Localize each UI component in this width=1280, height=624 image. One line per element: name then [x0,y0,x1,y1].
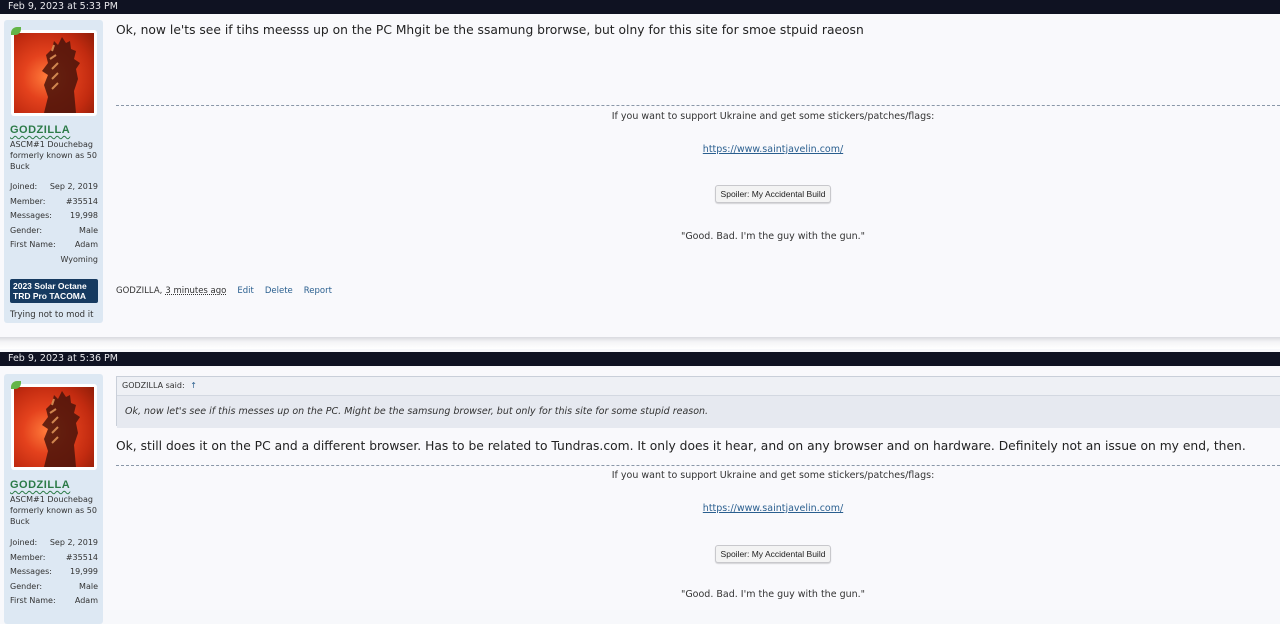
quote-text: Ok, now let's see if this messes up on t… [117,395,1280,428]
stat-value: #35514 [65,196,98,206]
post: GODZILLA ASCM#1 Douchebag formerly known… [0,368,1280,624]
stat-label: First Name: [10,240,56,250]
stat-value: Sep 2, 2019 [49,182,98,191]
delete-link[interactable]: Delete [265,286,293,296]
user-title: ASCM#1 Douchebag formerly known as 50 Bu… [10,495,97,526]
stat-value: Male [79,225,98,235]
avatar-image [14,33,94,113]
avatar-image [14,387,94,467]
user-sidebar: GODZILLA ASCM#1 Douchebag formerly known… [4,374,103,624]
stat-value: Adam [74,240,98,250]
stat-messages: Messages: 19,998 [10,209,98,224]
user-note: Trying not to mod it [10,310,94,320]
spoiler-row: Spoiler: My Accidental Build [116,542,1280,563]
stat-label: Gender: [10,225,43,235]
stat-label: Member: [10,196,46,206]
user-title: ASCM#1 Douchebag formerly known as 50 Bu… [10,140,97,171]
stat-value: #35514 [65,552,98,562]
post-date: Feb 9, 2023 at 5:33 PM [8,1,118,12]
stat-joined: Joined: Sep 2, 2019 [10,180,98,195]
stat-label: Messages: [10,211,52,221]
post-message: Ok, now le'ts see if tihs meesss up on t… [116,23,864,37]
stat-first-name: First Name: Adam [10,238,98,253]
signature-quote: "Good. Bad. I'm the guy with the gun." [680,589,866,600]
signature-ukraine-text: If you want to support Ukraine and get s… [611,470,935,481]
username[interactable]: GODZILLA [10,124,70,136]
quote-attribution: GODZILLA said: ↑ [117,377,1280,393]
report-link[interactable]: Report [304,286,332,296]
stat-member: Member: #35514 [10,551,98,566]
user-stats: Joined: Sep 2, 2019 Member: #35514 Messa… [10,180,98,268]
signature-link-row: https://www.saintjavelin.com/ [116,496,1280,515]
saintjavelin-link[interactable]: https://www.saintjavelin.com/ [703,144,843,155]
stat-joined: Joined: Sep 2, 2019 [10,536,98,551]
quote-block: GODZILLA said: ↑ Ok, now let's see if th… [116,376,1280,428]
username[interactable]: GODZILLA [10,479,70,491]
spoiler-row: Spoiler: My Accidental Build [116,182,1280,203]
post-separator [0,337,1280,349]
stat-value: 19,998 [70,211,98,221]
stat-label: Messages: [10,567,52,577]
stat-value: Sep 2, 2019 [49,538,98,547]
edit-link[interactable]: Edit [237,286,253,296]
stat-gender: Gender: Male [10,224,98,239]
quote-author: GODZILLA said: [122,381,185,390]
stat-value: Adam [74,596,98,606]
stat-location: Wyoming [60,254,98,264]
post: GODZILLA ASCM#1 Douchebag formerly known… [0,14,1280,337]
signature-link-row: https://www.saintjavelin.com/ [116,137,1280,156]
stat-label: Gender: [10,581,43,591]
post-date-header: Feb 9, 2023 at 5:36 PM [0,352,1280,366]
godzilla-silhouette-icon [42,37,80,113]
stat-value: Male [79,581,98,591]
post-date: Feb 9, 2023 at 5:36 PM [8,353,118,364]
user-stats: Joined: Sep 2, 2019 Member: #35514 Messa… [10,536,98,609]
avatar[interactable] [11,384,97,470]
signature-quote: "Good. Bad. I'm the guy with the gun." [680,231,866,242]
signature-ukraine-text: If you want to support Ukraine and get s… [611,111,935,122]
user-sidebar: GODZILLA ASCM#1 Douchebag formerly known… [4,20,103,323]
truck-badge: 2023 Solar Octane TRD Pro TACOMA [10,279,98,303]
post-message: Ok, still does it on the PC and a differ… [116,439,1246,453]
stat-label: Joined: [10,182,38,191]
jump-to-quote-icon[interactable]: ↑ [190,381,197,390]
spoiler-button[interactable]: Spoiler: My Accidental Build [714,545,832,563]
stat-member: Member: #35514 [10,195,98,210]
spoiler-button[interactable]: Spoiler: My Accidental Build [714,185,832,203]
stat-first-name: First Name: Adam [10,594,98,609]
stat-label: First Name: [10,596,56,606]
stat-label: Joined: [10,538,38,547]
godzilla-silhouette-icon [42,391,80,467]
signature-divider [116,465,1280,466]
avatar[interactable] [11,30,97,116]
saintjavelin-link[interactable]: https://www.saintjavelin.com/ [703,503,843,514]
stat-gender: Gender: Male [10,580,98,595]
footer-time[interactable]: 3 minutes ago [165,286,226,296]
signature-divider [116,105,1280,106]
stat-value: 19,999 [70,567,98,577]
stat-label: Member: [10,552,46,562]
post-footer: GODZILLA, 3 minutes ago Edit Delete Repo… [116,286,332,296]
footer-author[interactable]: GODZILLA, [116,286,162,296]
stat-messages: Messages: 19,999 [10,565,98,580]
post-date-header: Feb 9, 2023 at 5:33 PM [0,0,1280,14]
